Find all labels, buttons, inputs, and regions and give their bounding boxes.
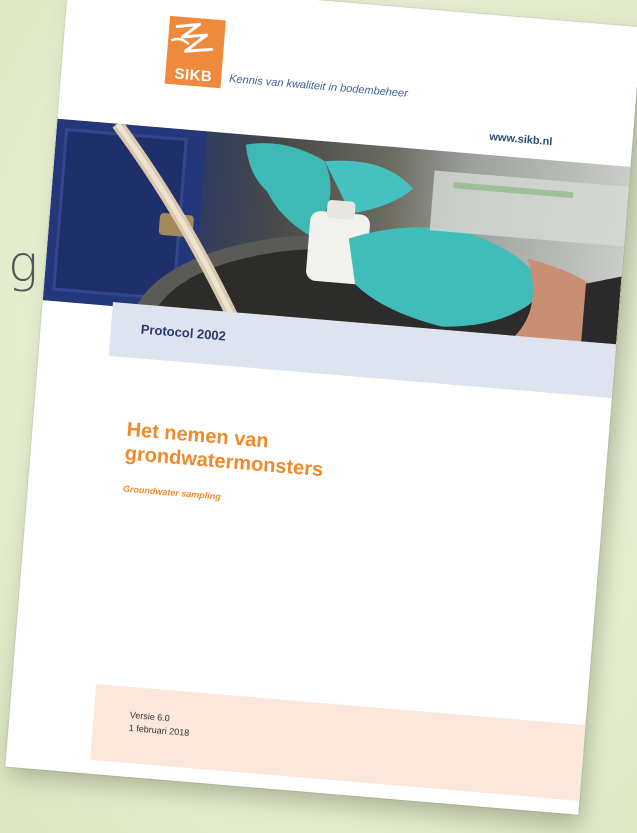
website-url: www.sikb.nl (488, 130, 553, 149)
document-title: Het nemen van grondwatermonsters (124, 418, 507, 498)
tagline: Kennis van kwaliteit in bodembeheer (228, 73, 409, 100)
protocol-label: Protocol 2002 (140, 321, 227, 344)
document-cover-page: SIKB Kennis van kwaliteit in bodembeheer… (5, 0, 637, 815)
version-info: Versie 6.0 1 februari 2018 (128, 709, 190, 740)
document-subtitle: Groundwater sampling (122, 483, 222, 502)
sikb-logo: SIKB (164, 15, 226, 89)
background-text-fragment: g (8, 235, 39, 293)
